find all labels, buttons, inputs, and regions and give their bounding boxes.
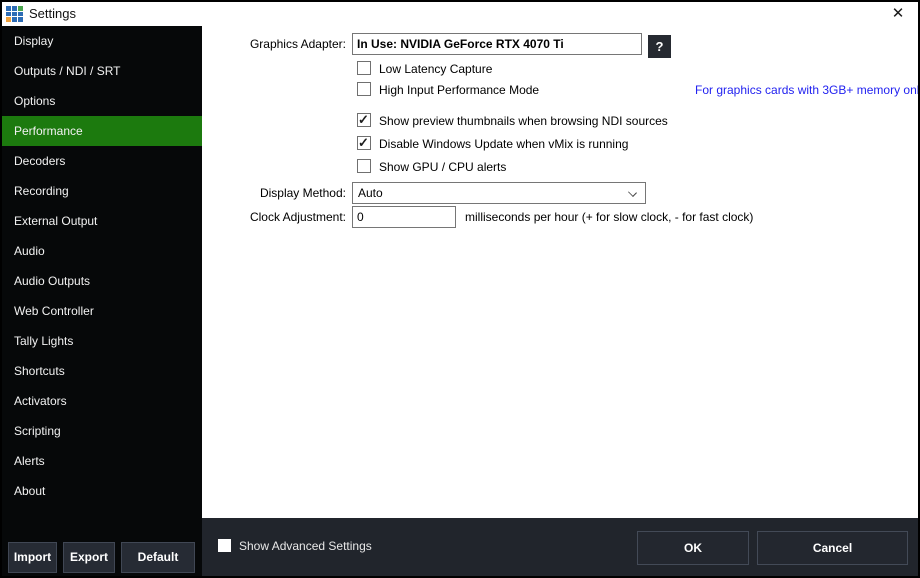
ndi-thumbnails-label: Show preview thumbnails when browsing ND… (379, 114, 668, 128)
import-button[interactable]: Import (8, 542, 57, 573)
graphics-adapter-input[interactable] (352, 33, 642, 55)
sidebar-item-outputs-ndi-srt[interactable]: Outputs / NDI / SRT (2, 56, 202, 86)
clock-adjustment-hint: milliseconds per hour (+ for slow clock,… (465, 210, 754, 224)
gpu-cpu-alerts-label: Show GPU / CPU alerts (379, 160, 507, 174)
sidebar-item-display[interactable]: Display (2, 26, 202, 56)
sidebar-item-alerts[interactable]: Alerts (2, 446, 202, 476)
low-latency-capture-checkbox[interactable] (357, 61, 371, 75)
gpu-cpu-alerts-checkbox[interactable] (357, 159, 371, 173)
sidebar-item-shortcuts[interactable]: Shortcuts (2, 356, 202, 386)
settings-sidebar: Display Outputs / NDI / SRT Options Perf… (2, 26, 202, 576)
cancel-button[interactable]: Cancel (757, 531, 908, 565)
sidebar-item-external-output[interactable]: External Output (2, 206, 202, 236)
sidebar-item-decoders[interactable]: Decoders (2, 146, 202, 176)
high-input-performance-label: High Input Performance Mode (379, 83, 540, 97)
chevron-down-icon (628, 188, 637, 197)
disable-windows-update-checkbox[interactable]: ✓ (357, 135, 371, 150)
low-latency-capture-label: Low Latency Capture (379, 62, 493, 76)
checkmark-icon: ✓ (358, 135, 369, 150)
export-button[interactable]: Export (63, 542, 115, 573)
sidebar-item-about[interactable]: About (2, 476, 202, 506)
default-button[interactable]: Default (121, 542, 195, 573)
sidebar-item-scripting[interactable]: Scripting (2, 416, 202, 446)
ndi-thumbnails-checkbox[interactable]: ✓ (357, 112, 371, 127)
sidebar-item-audio-outputs[interactable]: Audio Outputs (2, 266, 202, 296)
sidebar-item-options[interactable]: Options (2, 86, 202, 116)
sidebar-item-performance[interactable]: Performance (2, 116, 202, 146)
sidebar-item-web-controller[interactable]: Web Controller (2, 296, 202, 326)
high-input-performance-checkbox[interactable] (357, 82, 371, 96)
ok-button[interactable]: OK (637, 531, 749, 565)
sidebar-item-audio[interactable]: Audio (2, 236, 202, 266)
show-advanced-settings-label: Show Advanced Settings (239, 539, 372, 553)
performance-settings-pane: Graphics Adapter: ? Low Latency Capture … (202, 26, 918, 518)
close-icon[interactable]: ✕ (887, 4, 909, 24)
sidebar-item-recording[interactable]: Recording (2, 176, 202, 206)
settings-window: Settings ✕ Display Outputs / NDI / SRT O… (0, 0, 920, 578)
display-method-label: Display Method: (259, 186, 346, 200)
title-bar: Settings ✕ (2, 2, 918, 26)
footer-bar: Show Advanced Settings OK Cancel (202, 518, 918, 576)
disable-windows-update-label: Disable Windows Update when vMix is runn… (379, 137, 629, 151)
memory-note: For graphics cards with 3GB+ memory only (695, 83, 920, 97)
help-button[interactable]: ? (648, 35, 671, 58)
clock-adjustment-input[interactable] (352, 206, 456, 228)
clock-adjustment-label: Clock Adjustment: (249, 210, 346, 224)
display-method-dropdown[interactable]: Auto (352, 182, 646, 204)
display-method-value: Auto (358, 186, 383, 200)
window-title: Settings (29, 6, 76, 21)
show-advanced-settings-checkbox[interactable] (218, 539, 231, 552)
sidebar-item-tally-lights[interactable]: Tally Lights (2, 326, 202, 356)
vmix-logo-icon (6, 6, 23, 22)
sidebar-item-activators[interactable]: Activators (2, 386, 202, 416)
checkmark-icon: ✓ (358, 112, 369, 127)
graphics-adapter-label: Graphics Adapter: (249, 37, 346, 51)
